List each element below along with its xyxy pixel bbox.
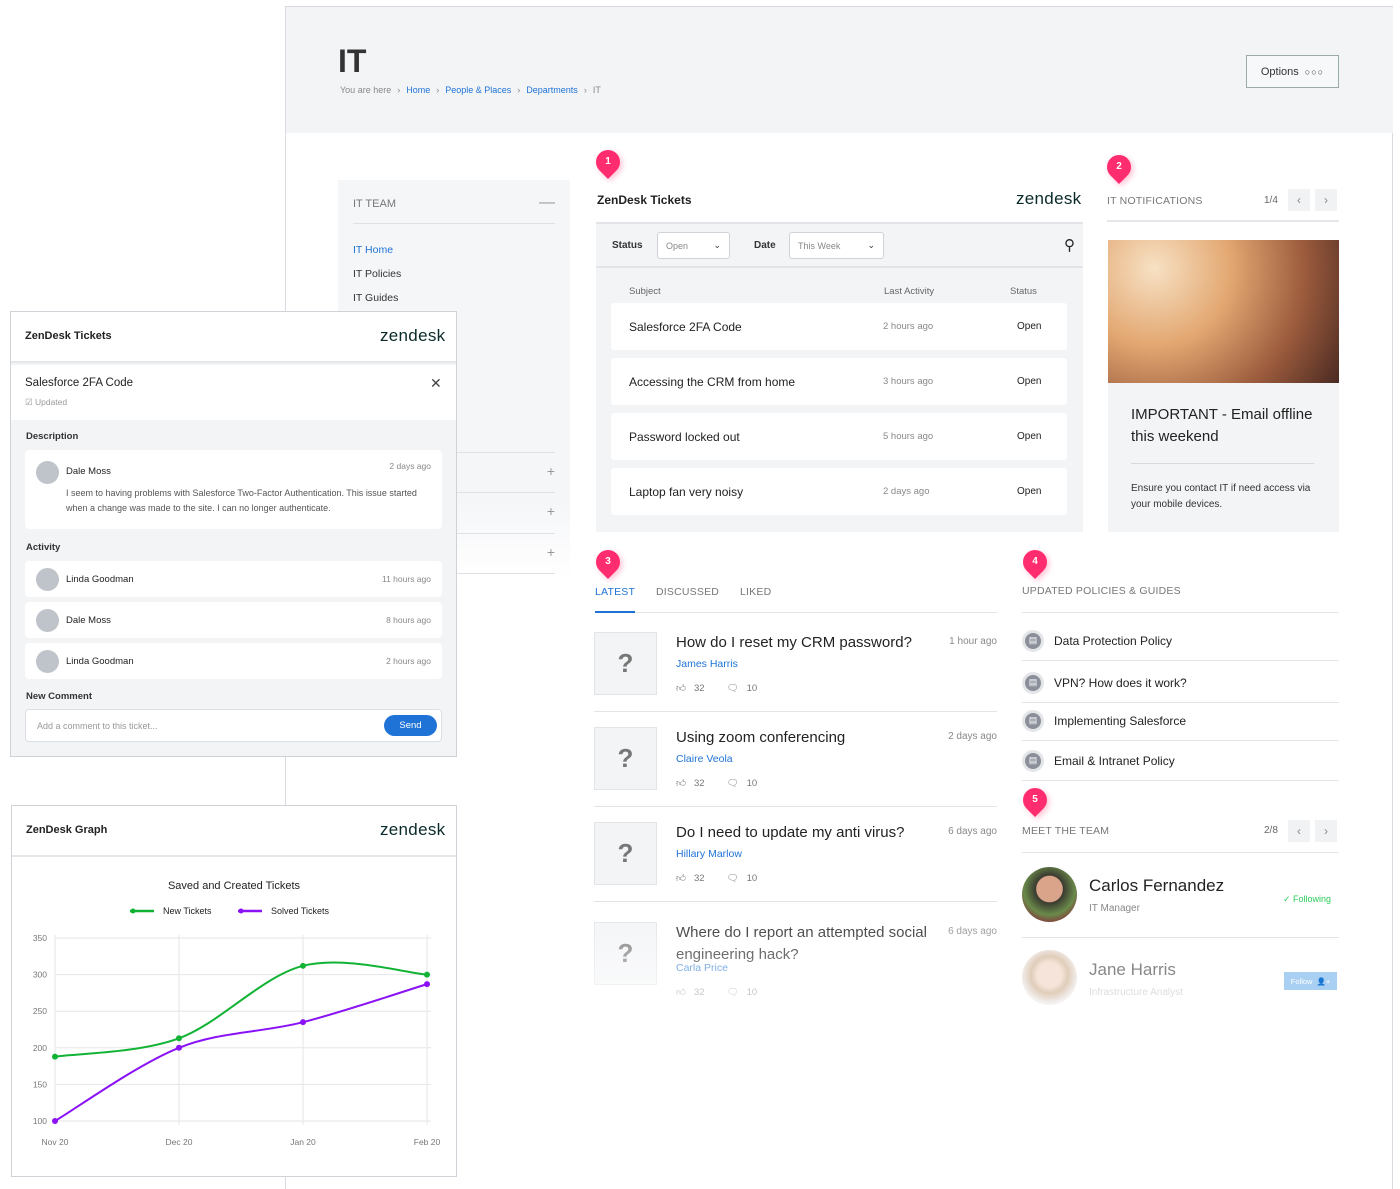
data-point (176, 1035, 182, 1042)
line-chart: Saved and Created Tickets New Tickets Sol… (33, 880, 441, 1147)
legend-marker (130, 908, 136, 914)
y-tick-label: 250 (33, 1006, 47, 1016)
y-tick-label: 200 (33, 1043, 47, 1053)
data-point (424, 981, 430, 988)
legend-label: New Tickets (163, 906, 212, 916)
data-point (52, 1053, 58, 1060)
data-point (424, 971, 430, 978)
legend-label: Solved Tickets (271, 906, 330, 916)
y-tick-label: 350 (33, 933, 47, 943)
x-tick-label: Nov 20 (42, 1137, 69, 1147)
data-point (176, 1044, 182, 1051)
chart-title: Saved and Created Tickets (168, 880, 301, 892)
y-tick-label: 100 (33, 1116, 47, 1126)
x-tick-label: Dec 20 (166, 1137, 193, 1147)
y-tick-label: 300 (33, 970, 47, 980)
x-tick-label: Feb 20 (414, 1137, 441, 1147)
x-tick-label: Jan 20 (290, 1137, 316, 1147)
data-point (300, 962, 306, 969)
data-point (52, 1118, 58, 1124)
legend-marker (238, 908, 244, 914)
data-point (300, 1019, 306, 1026)
y-tick-label: 150 (33, 1079, 47, 1089)
series-line-0 (54, 961, 428, 1058)
